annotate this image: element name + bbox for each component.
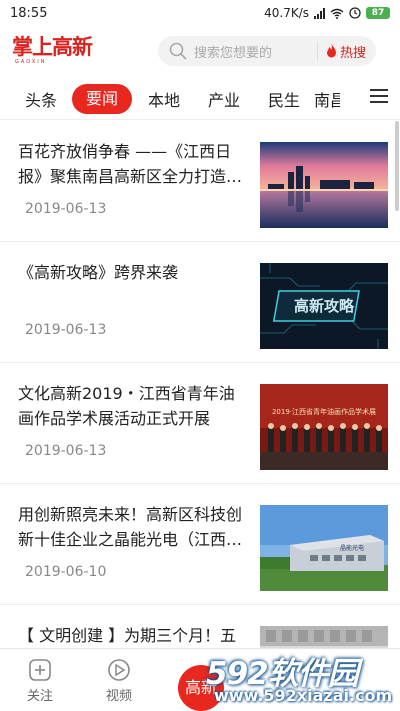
battery-icon: 87	[366, 7, 390, 19]
search-icon	[169, 42, 187, 60]
follow-icon	[29, 659, 51, 681]
news-date: 2019-06-13	[25, 322, 107, 338]
factory-building-image: 晶能光电	[260, 505, 388, 591]
category-tabs: 头条 要闻 本地 产业 民生 南昌	[0, 78, 400, 120]
city-skyline-image	[260, 142, 388, 228]
tab-important-news[interactable]: 要闻	[72, 83, 132, 114]
hot-search-label: 热搜	[339, 45, 366, 61]
news-item[interactable]: 百花齐放俏争春 ——《江西日报》聚焦南昌高新区全力打造… 2019-06-13	[0, 121, 400, 242]
thumb-caption: 2019·江西省青年油画作品学术展	[272, 407, 376, 416]
wifi-icon	[330, 8, 344, 19]
feed-scrollbar[interactable]	[395, 121, 399, 211]
news-title: 百花齐放俏争春 ——《江西日报》聚焦南昌高新区全力打造…	[18, 142, 243, 186]
tab-local[interactable]: 本地	[134, 87, 194, 111]
news-date: 2019-06-13	[25, 443, 107, 459]
status-time: 18:55	[10, 5, 48, 21]
search-bar[interactable]: 搜索您想要的 热搜	[158, 36, 376, 66]
exhibition-stage-image: 2019·江西省青年油画作品学术展	[260, 384, 388, 470]
news-item[interactable]: 文化高新2019・江西省青年油画作品学术展活动正式开展 2019-06-13 2…	[0, 363, 400, 484]
news-item[interactable]: 《高新攻略》跨界来袭 2019-06-13 高新攻略	[0, 242, 400, 363]
news-title: 《高新攻略》跨界来袭	[18, 263, 179, 282]
app-logo: 掌上高新 GAOXIN	[12, 35, 100, 67]
news-item[interactable]: 【 文明创建 】为期三个月！五大	[0, 605, 400, 649]
logo-text: 掌上高新	[12, 34, 93, 59]
status-bar: 18:55 40.7K/s 87	[0, 0, 400, 26]
nav-video-label: 视频	[105, 689, 132, 704]
tab-industry[interactable]: 产业	[194, 87, 254, 111]
news-feed: 百花齐放俏争春 ——《江西日报》聚焦南昌高新区全力打造… 2019-06-13 …	[0, 121, 400, 649]
signal-icon	[314, 7, 325, 19]
news-title: 用创新照亮未来！高新区科技创新十佳企业之晶能光电（江西…	[18, 505, 243, 549]
watermark-url: www.592xiazai.com	[214, 686, 393, 705]
logo-subtext: GAOXIN	[15, 59, 47, 65]
tab-nanchang[interactable]: 南昌	[314, 87, 340, 111]
thumb-caption: 高新攻略	[294, 297, 355, 315]
news-date: 2019-06-10	[25, 564, 107, 580]
play-icon	[108, 659, 130, 681]
nav-video[interactable]: 视频	[94, 657, 144, 704]
channel-menu-icon[interactable]	[370, 89, 388, 103]
circuit-board-image: 高新攻略	[260, 263, 388, 349]
network-speed: 40.7K/s	[264, 6, 309, 20]
alarm-icon	[349, 7, 361, 19]
tab-headlines[interactable]: 头条	[12, 87, 70, 111]
watermark: 592软件园 www.592xiazai.com	[200, 646, 400, 711]
search-placeholder: 搜索您想要的	[194, 45, 273, 61]
thumb-caption: 晶能光电	[340, 544, 364, 552]
flame-icon	[326, 44, 336, 58]
nav-follow-label: 关注	[26, 689, 53, 704]
hot-search-button[interactable]: 热搜	[316, 41, 366, 61]
app-header: 掌上高新 GAOXIN 搜索您想要的 热搜	[0, 30, 400, 72]
news-title: 文化高新2019・江西省青年油画作品学术展活动正式开展	[18, 384, 235, 428]
news-item[interactable]: 用创新照亮未来！高新区科技创新十佳企业之晶能光电（江西… 2019-06-10 …	[0, 484, 400, 605]
status-indicators: 40.7K/s 87	[264, 6, 390, 20]
news-date: 2019-06-13	[25, 201, 107, 217]
tab-livelihood[interactable]: 民生	[254, 87, 314, 111]
nav-follow[interactable]: 关注	[15, 657, 65, 704]
